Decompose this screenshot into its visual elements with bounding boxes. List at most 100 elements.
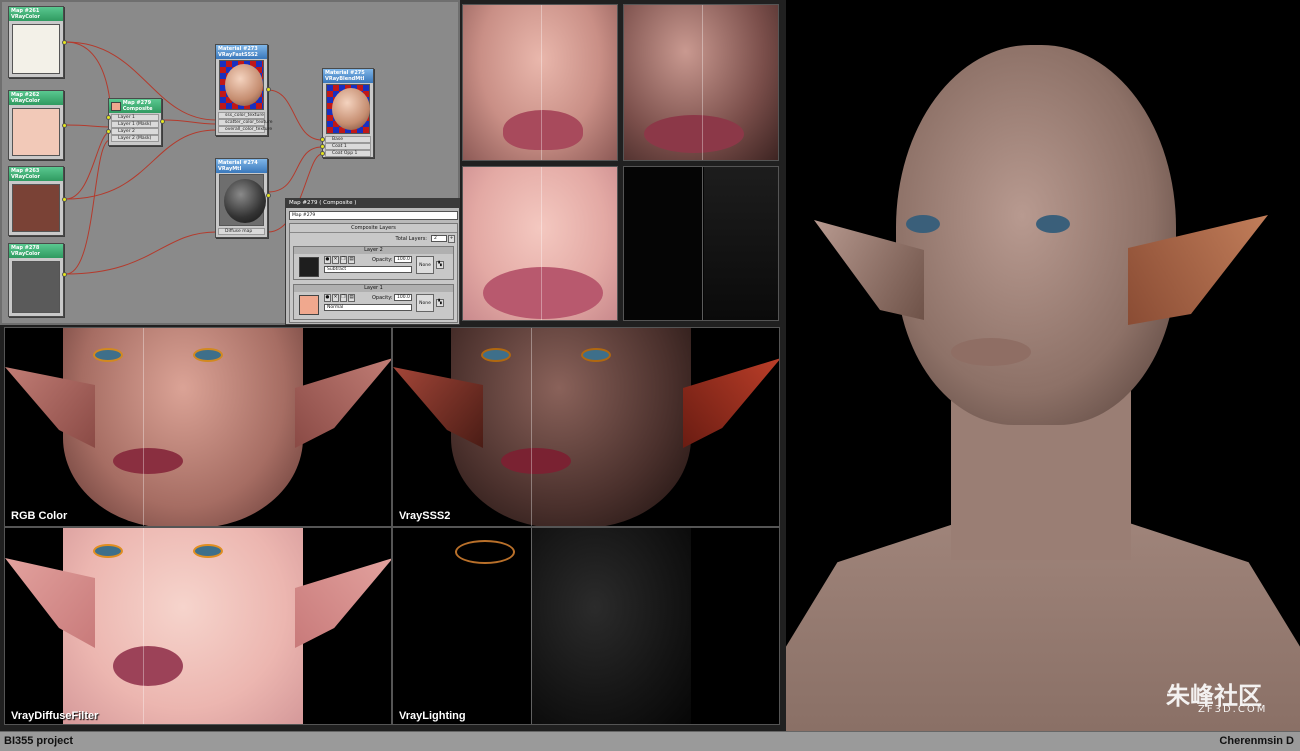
composite-panel[interactable]: Map #279 ( Composite ) Map #279 Composit…: [285, 198, 460, 325]
slot[interactable]: sss_color_texture: [218, 112, 265, 119]
mask-map-icon[interactable]: ▚: [436, 299, 444, 307]
lips-shape: [501, 448, 571, 474]
node-material-274[interactable]: Material #274 VRayMtl Diffuse map: [215, 158, 271, 238]
lips-shape: [483, 267, 603, 319]
node-thumbnail: [111, 101, 121, 111]
lighting-gradient: [704, 167, 778, 320]
opacity-label: Opacity:: [372, 257, 393, 263]
wire: [65, 231, 217, 275]
node-type: VRayColor: [11, 14, 40, 20]
output-port[interactable]: [266, 87, 271, 92]
color-swatch: [12, 261, 60, 313]
slot[interactable]: Layer 2 (Mask): [111, 135, 159, 142]
node-material-275[interactable]: Material #275 VRayBlendMtl Base Coat 1 Co…: [320, 68, 374, 158]
opacity-label: Opacity:: [372, 295, 393, 301]
input-port[interactable]: [320, 151, 325, 156]
color-swatch: [12, 184, 60, 232]
visibility-icon[interactable]: ●: [324, 294, 331, 302]
wire: [161, 119, 217, 125]
eye-right: [193, 544, 223, 558]
split-line: [531, 528, 532, 724]
main-render: 朱峰社区 ZF3D.COM: [786, 0, 1300, 731]
paste-icon[interactable]: ▤: [348, 294, 355, 302]
split-line: [541, 167, 542, 320]
layer-color-swatch[interactable]: [299, 295, 319, 315]
input-port[interactable]: [320, 144, 325, 149]
eye-left: [93, 544, 123, 558]
project-label: BI355 project: [4, 735, 74, 747]
node-map-278[interactable]: Map #278 VRayColor: [8, 243, 67, 317]
eye-rim: [455, 540, 515, 564]
split-line: [531, 328, 532, 526]
composite-layers-rollout: Composite Layers Total Layers: 2 + Layer…: [289, 223, 458, 323]
lips-shape: [113, 646, 183, 686]
output-port[interactable]: [62, 40, 67, 45]
split-line: [143, 328, 144, 526]
node-type: VRayMtl: [218, 166, 242, 172]
output-port[interactable]: [62, 197, 67, 202]
ear-right: [295, 358, 391, 448]
output-port[interactable]: [266, 193, 271, 198]
render-diffuse-tile: VrayDiffuseFilter: [4, 527, 392, 725]
blend-mode-select[interactable]: Normal: [324, 304, 412, 311]
material-sphere: [332, 88, 370, 130]
opacity-field[interactable]: 100.0: [394, 294, 412, 301]
slot[interactable]: Layer 1 (Mask): [111, 121, 159, 128]
ear-right: [683, 358, 779, 448]
slot[interactable]: Coat Opp 1: [325, 150, 371, 157]
input-port[interactable]: [320, 137, 325, 142]
rollout-title: Composite Layers: [290, 224, 457, 233]
wire: [65, 41, 112, 121]
total-layers-field[interactable]: 2: [431, 235, 447, 242]
opacity-field[interactable]: 100.0: [394, 256, 412, 263]
visibility-icon[interactable]: ●: [324, 256, 331, 264]
node-material-273[interactable]: Material #273 VRayFastSSS2 sss_color_text…: [215, 44, 273, 136]
input-port[interactable]: [106, 115, 111, 120]
paste-icon[interactable]: ▤: [348, 256, 355, 264]
lips-shape: [644, 115, 744, 153]
slot[interactable]: overall_color_texture: [218, 126, 272, 133]
eye-right: [1036, 215, 1070, 233]
slot[interactable]: Coat 1: [325, 143, 371, 150]
wire: [65, 131, 111, 200]
slot[interactable]: Layer 2: [111, 128, 159, 135]
lips-shape: [113, 448, 183, 474]
total-layers-label: Total Layers:: [395, 236, 428, 242]
map-name-field[interactable]: Map #279: [289, 211, 458, 220]
face-shape: [63, 528, 303, 724]
copy-icon[interactable]: ❐: [340, 256, 347, 264]
slot[interactable]: Diffuse map: [218, 228, 265, 235]
add-layer-icon[interactable]: +: [448, 235, 455, 243]
eye-left: [481, 348, 511, 362]
delete-icon[interactable]: ✕: [332, 294, 339, 302]
render-label: RGB Color: [11, 510, 68, 522]
split-line: [702, 167, 703, 320]
mask-button[interactable]: None: [416, 294, 434, 312]
copy-icon[interactable]: ❐: [340, 294, 347, 302]
slot[interactable]: Layer 1: [111, 114, 159, 121]
input-port[interactable]: [106, 129, 111, 134]
delete-icon[interactable]: ✕: [332, 256, 339, 264]
output-port[interactable]: [62, 123, 67, 128]
render-label: VrayLighting: [399, 710, 466, 722]
node-map-262[interactable]: Map #262 VRayColor: [8, 90, 67, 160]
layer-color-swatch[interactable]: [299, 257, 319, 277]
wire: [267, 89, 323, 141]
lips-shape: [503, 110, 583, 150]
mask-map-icon[interactable]: ▚: [436, 261, 444, 269]
slot[interactable]: scatter_color_texture: [218, 119, 273, 126]
layer-2-rollout: Layer 2 ● ✕ ❐ ▤ Opacity: 100.0 Subtract …: [293, 246, 454, 280]
output-port[interactable]: [62, 272, 67, 277]
ear-right: [295, 558, 391, 648]
nose-sss-tile: [623, 4, 779, 161]
slot[interactable]: Base: [325, 136, 371, 143]
lighting-face-shape: [531, 528, 691, 724]
node-map-261[interactable]: Map #261 VRayColor: [8, 6, 67, 78]
output-port[interactable]: [160, 119, 165, 124]
render-label: VraySSS2: [399, 510, 451, 522]
node-map-279[interactable]: Map #279 Composite Layer 1 Layer 1 (Mask)…: [106, 98, 165, 146]
render-label: VrayDiffuseFilter: [11, 710, 99, 722]
node-map-263[interactable]: Map #263 VRayColor: [8, 166, 67, 236]
mask-button[interactable]: None: [416, 256, 434, 274]
blend-mode-select[interactable]: Subtract: [324, 266, 412, 273]
